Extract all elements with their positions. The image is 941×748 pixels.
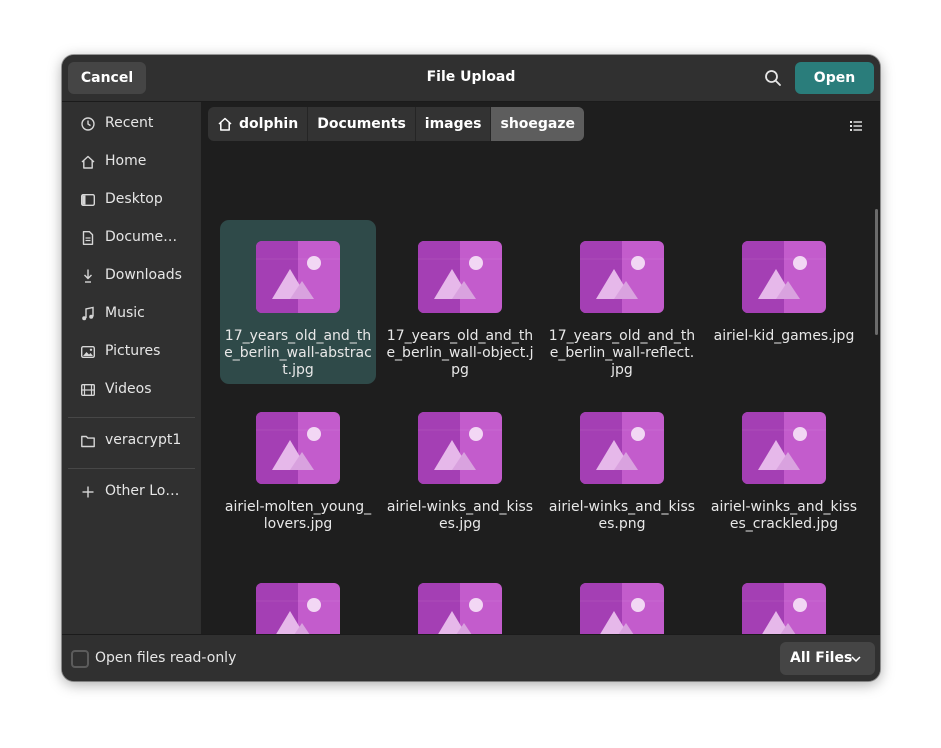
open-button[interactable]: Open [795,62,874,94]
read-only-label: Open files read-only [95,650,237,666]
file-upload-dialog: Cancel File Upload Open Recent Home Desk… [62,55,880,681]
image-file-icon [580,412,664,484]
file-tile[interactable]: airiel- [220,562,376,634]
home-icon [218,117,232,131]
sidebar-item-other-locations[interactable]: Other Lo… [68,475,195,509]
file-name: airiel-molten_young_lovers.jpg [224,499,372,532]
image-file-icon [256,583,340,634]
file-tile[interactable]: 17_years_old_and_the_berlin_wall-object.… [382,220,538,384]
sidebar-item-label: Videos [105,381,152,397]
sidebar-item-recent[interactable]: Recent [68,107,195,141]
sidebar-divider [68,468,195,469]
file-name: 17_years_old_and_the_berlin_wall-reflect… [548,328,696,378]
places-sidebar: Recent Home Desktop Docume… Downloads Mu… [62,102,201,634]
sidebar-divider [68,417,195,418]
image-file-icon [418,583,502,634]
path-crumb-documents[interactable]: Documents [308,107,416,141]
file-name: airiel-kid_games.jpg [713,328,855,344]
file-tile[interactable]: airiel-winks_and_kisses_crackled.jpg [706,391,862,555]
folder-icon [81,435,95,448]
file-filter-dropdown[interactable]: All Files [780,642,875,675]
image-file-icon [742,583,826,634]
file-tile[interactable]: airiel- [544,562,700,634]
list-view-icon[interactable] [848,118,864,134]
file-filter-label: All Files [790,650,853,666]
file-tile[interactable]: airiel-molten_young_lovers.jpg [220,391,376,555]
file-name: airiel-winks_and_kisses.png [548,499,696,532]
desktop-icon [81,194,96,207]
sidebar-item-desktop[interactable]: Desktop [68,183,195,217]
sidebar-item-label: Docume… [105,229,178,245]
file-tile[interactable]: airiel-winks_and_kisses.png [544,391,700,555]
image-file-icon [256,241,340,313]
path-crumb-images[interactable]: images [416,107,492,141]
sidebar-item-label: Music [105,305,145,321]
image-file-icon [742,412,826,484]
sidebar-item-label: Recent [105,115,154,131]
search-icon[interactable] [763,68,783,88]
picture-icon [81,346,96,359]
path-bar: dolphin Documents images shoegaze [208,107,585,141]
sidebar-item-downloads[interactable]: Downloads [68,259,195,293]
file-name: airiel-winks_and_kisses.jpg [386,499,534,532]
file-name: 17_years_old_and_the_berlin_wall-abstrac… [224,328,372,378]
music-icon [82,306,94,321]
footer-bar: Open files read-only All Files [62,634,880,681]
file-tile[interactable]: airiel- [382,562,538,634]
document-icon [82,231,94,245]
file-name: 17_years_old_and_the_berlin_wall-object.… [386,328,534,378]
file-name: airiel-winks_and_kisses_crackled.jpg [710,499,858,532]
sidebar-item-label: Downloads [105,267,182,283]
path-crumb-home[interactable]: dolphin [208,107,309,141]
clock-icon [81,117,95,131]
dialog-title: File Upload [426,69,516,85]
sidebar-item-veracrypt1[interactable]: veracrypt1 [68,424,195,458]
file-tile[interactable]: animal_ghosts_will. [706,562,862,634]
vertical-scrollbar[interactable] [875,209,878,335]
image-file-icon [742,241,826,313]
sidebar-item-label: Desktop [105,191,163,207]
file-browser: dolphin Documents images shoegaze 17_yea… [201,102,880,634]
sidebar-item-home[interactable]: Home [68,145,195,179]
sidebar-item-documents[interactable]: Docume… [68,221,195,255]
sidebar-item-music[interactable]: Music [68,297,195,331]
video-icon [81,384,96,397]
sidebar-item-label: Pictures [105,343,161,359]
image-file-icon [418,241,502,313]
image-file-icon [580,583,664,634]
chevron-down-icon [851,656,861,663]
header-bar: Cancel File Upload Open [62,55,880,102]
image-file-icon [580,241,664,313]
file-tile[interactable]: airiel-winks_and_kisses.jpg [382,391,538,555]
file-tile[interactable]: 17_years_old_and_the_berlin_wall-reflect… [544,220,700,384]
path-crumb-shoegaze[interactable]: shoegaze [491,107,585,141]
file-tile[interactable]: 17_years_old_and_the_berlin_wall-abstrac… [220,220,376,384]
read-only-checkbox[interactable] [71,650,89,668]
sidebar-item-videos[interactable]: Videos [68,373,195,407]
image-file-icon [418,412,502,484]
download-icon [84,269,92,283]
home-icon [81,155,95,169]
plus-icon [82,486,94,498]
file-tile[interactable]: airiel-kid_games.jpg [706,220,862,384]
path-crumb-label: dolphin [239,116,299,132]
sidebar-item-label: Other Lo… [105,483,180,499]
sidebar-item-pictures[interactable]: Pictures [68,335,195,369]
sidebar-item-label: Home [105,153,147,169]
image-file-icon [256,412,340,484]
sidebar-item-label: veracrypt1 [105,432,182,448]
